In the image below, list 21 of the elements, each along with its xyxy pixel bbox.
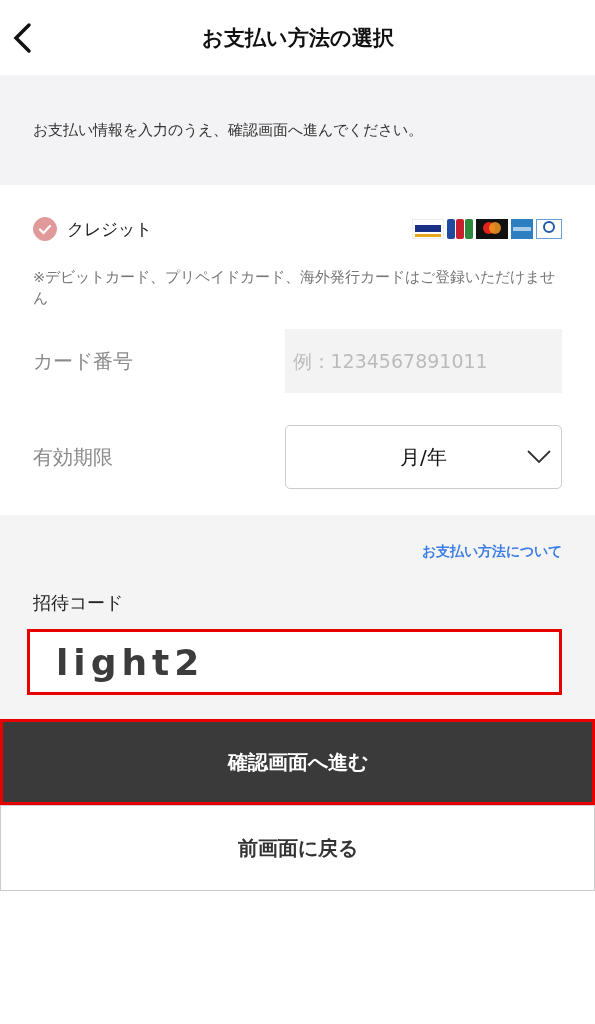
checked-radio-icon[interactable]: [33, 217, 57, 241]
page-title: お支払い方法の選択: [201, 24, 394, 52]
card-logo-icon: [476, 219, 508, 239]
card-logo-icon: [412, 219, 444, 239]
payment-info-link[interactable]: お支払い方法について: [422, 543, 562, 561]
notice-text: お支払い情報を入力のうえ、確認画面へ進んでください。: [33, 120, 423, 140]
card-note: ※デビットカード、プリペイドカード、海外発行カードはご登録いただけません: [33, 268, 557, 308]
card-logo-icon: [447, 219, 473, 239]
card-logo-icon: [511, 219, 533, 239]
method-label[interactable]: クレジット: [67, 217, 152, 241]
field-label: カード番号: [33, 347, 134, 375]
field-label: 有効期限: [33, 443, 114, 471]
chevron-down-icon: [527, 450, 551, 464]
card-logo-icon: [536, 219, 562, 239]
expiry-select[interactable]: 月/年: [284, 425, 562, 489]
confirm-button[interactable]: 確認画面へ進む: [0, 719, 595, 805]
invite-code-field[interactable]: light2: [27, 629, 562, 695]
back-button[interactable]: 前画面に戻る: [0, 805, 595, 891]
card-number-field[interactable]: 例：1234567891011: [284, 329, 562, 393]
field-label: 招待コード: [33, 591, 124, 615]
back-icon[interactable]: [12, 22, 32, 54]
